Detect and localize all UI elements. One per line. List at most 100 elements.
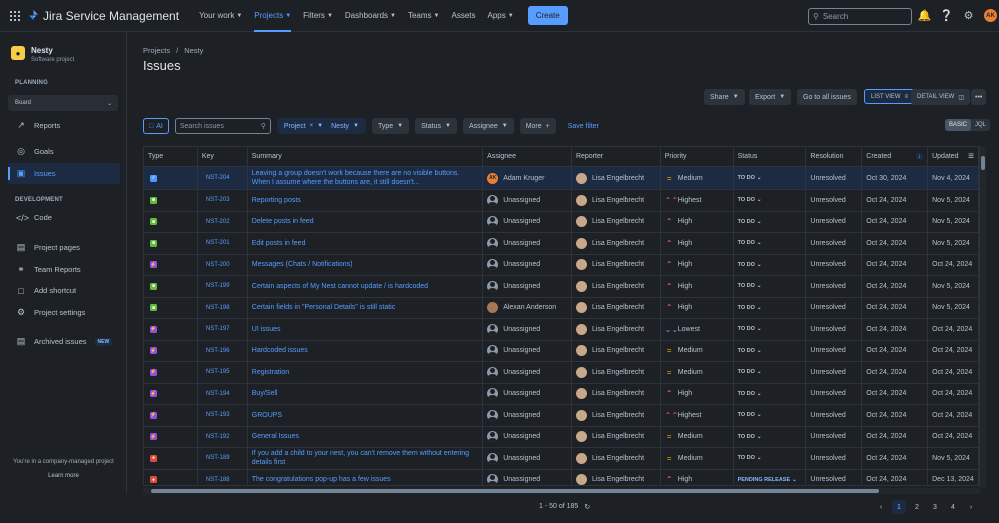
issue-key-link[interactable]: NST-197 (198, 319, 248, 340)
status-dropdown[interactable]: TO DO ⌄ (738, 412, 762, 418)
vertical-scrollbar[interactable] (980, 146, 986, 488)
summary-link[interactable]: General Issues (248, 426, 484, 447)
table-row[interactable]: ■ NST-201 Edit posts in feed Unassigned Lisa… (144, 233, 979, 255)
table-row[interactable]: ⚡ NST-192 General Issues Unassigned Lisa Eng… (144, 426, 979, 448)
assignee-cell[interactable]: Alexan Anderson (483, 297, 572, 318)
settings-gear-icon[interactable]: ⚙ (962, 9, 975, 22)
assignee-cell[interactable]: Unassigned (483, 276, 572, 297)
column-header-created[interactable]: Created ↓ (862, 147, 929, 166)
nav-item-teams[interactable]: Teams ▼ (402, 0, 446, 32)
issue-key-link[interactable]: NST-192 (198, 426, 248, 447)
status-dropdown[interactable]: TO DO ⌄ (738, 175, 762, 181)
status-dropdown[interactable]: PENDING RELEASE ⌄ (738, 477, 797, 483)
status-dropdown[interactable]: TO DO ⌄ (738, 391, 762, 397)
status-dropdown[interactable]: TO DO ⌄ (738, 240, 762, 246)
issue-key-link[interactable]: NST-202 (198, 211, 248, 232)
refresh-icon[interactable]: ↻ (584, 503, 590, 511)
app-switcher-icon[interactable] (10, 10, 20, 21)
sidebar-item-reports[interactable]: ↗ Reports (8, 115, 120, 136)
assignee-cell[interactable]: AK Adam Kruger (483, 167, 572, 189)
type-filter[interactable]: Type ▼ (371, 118, 410, 134)
close-icon[interactable]: × (310, 123, 314, 129)
issue-key-link[interactable]: NST-189 (198, 448, 248, 469)
column-header-assignee[interactable]: Assignee (483, 147, 572, 166)
status-dropdown[interactable]: TO DO ⌄ (738, 434, 762, 440)
status-dropdown[interactable]: TO DO ⌄ (738, 262, 762, 268)
sidebar-item-issues[interactable]: ▣ Issues (8, 163, 120, 184)
sidebar-item-project-pages[interactable]: ▤ Project pages (8, 237, 120, 258)
column-settings-icon[interactable]: ≡ (968, 151, 974, 162)
summary-link[interactable]: Leaving a group doesn't work because the… (248, 167, 484, 189)
sidebar-item-project-settings[interactable]: ⚙ Project settings (8, 302, 120, 323)
nav-item-dashboards[interactable]: Dashboards ▼ (339, 0, 402, 32)
sidebar-item-archived-issues[interactable]: ▤ Archived issues NEW (8, 331, 120, 352)
table-row[interactable]: ● NST-189 If you add a child to your nest,… (144, 448, 979, 470)
summary-link[interactable]: Reporting posts (248, 190, 484, 211)
issue-key-link[interactable]: NST-193 (198, 405, 248, 426)
status-filter[interactable]: Status ▼ (415, 118, 457, 134)
nav-item-projects[interactable]: Projects ▼ (248, 0, 297, 32)
page-2-button[interactable]: 2 (910, 500, 924, 514)
summary-link[interactable]: Hardcoded issues (248, 340, 484, 361)
assignee-cell[interactable]: Unassigned (483, 190, 572, 211)
assignee-cell[interactable]: Unassigned (483, 233, 572, 254)
breadcrumb-nesty[interactable]: Nesty (184, 46, 203, 55)
column-header-resolution[interactable]: Resolution (806, 147, 863, 166)
assignee-cell[interactable]: Unassigned (483, 469, 572, 485)
sidebar-item-goals[interactable]: ◎ Goals (8, 141, 120, 162)
assignee-cell[interactable]: Unassigned (483, 405, 572, 426)
status-dropdown[interactable]: TO DO ⌄ (738, 348, 762, 354)
table-row[interactable]: ⚡ NST-195 Registration Unassigned Lisa Engel… (144, 362, 979, 384)
issue-key-link[interactable]: NST-194 (198, 383, 248, 404)
nav-item-your-work[interactable]: Your work ▼ (193, 0, 248, 32)
nav-item-assets[interactable]: Assets (446, 0, 482, 32)
breadcrumb-projects[interactable]: Projects (143, 46, 170, 55)
detail-view-button[interactable]: DETAIL VIEW ◫ (911, 89, 971, 105)
status-dropdown[interactable]: TO DO ⌄ (738, 455, 762, 461)
status-dropdown[interactable]: TO DO ⌄ (738, 369, 762, 375)
status-dropdown[interactable]: TO DO ⌄ (738, 197, 762, 203)
column-header-type[interactable]: Type (144, 147, 198, 166)
sidebar-item-team-reports[interactable]: ⚭ Team Reports (8, 259, 120, 280)
summary-link[interactable]: UI issues (248, 319, 484, 340)
assignee-filter[interactable]: Assignee ▼ (462, 118, 514, 134)
sidebar-item-code[interactable]: </> Code (8, 207, 120, 228)
table-row[interactable]: ● NST-188 The congratulations pop-up has a… (144, 469, 979, 485)
table-row[interactable]: ⚡ NST-200 Messages (Chats / Notifications)… (144, 254, 979, 276)
board-selector[interactable]: Board ⌄ (8, 95, 118, 111)
ai-button[interactable]: □ AI (143, 118, 169, 134)
column-header-priority[interactable]: Priority (661, 147, 734, 166)
learn-more-link[interactable]: Learn more (0, 473, 127, 479)
assignee-cell[interactable]: Unassigned (483, 340, 572, 361)
sort-descending-icon[interactable]: ↓ (915, 153, 924, 160)
summary-link[interactable]: If you add a child to your nest, you can… (248, 448, 484, 469)
issue-key-link[interactable]: NST-200 (198, 254, 248, 275)
issue-key-link[interactable]: NST-201 (198, 233, 248, 254)
summary-link[interactable]: Certain fields in "Personal Details" is … (248, 297, 484, 318)
table-row[interactable]: ⚡ NST-194 Buy/Sell Unassigned Lisa Engelbrec… (144, 383, 979, 405)
issue-key-link[interactable]: NST-196 (198, 340, 248, 361)
table-row[interactable]: ⚡ NST-197 UI issues Unassigned Lisa Engelbre… (144, 319, 979, 341)
create-button[interactable]: Create (527, 6, 568, 25)
next-page-icon[interactable]: › (964, 500, 978, 514)
column-header-updated[interactable]: Updated ≡ (928, 147, 979, 166)
share-button[interactable]: Share ▼ (704, 89, 745, 105)
assignee-cell[interactable]: Unassigned (483, 211, 572, 232)
notifications-icon[interactable]: 🔔 (918, 9, 932, 22)
global-search-input[interactable]: ⚲ Search (808, 8, 912, 25)
product-logo[interactable]: Jira Service Management (28, 9, 179, 23)
column-header-reporter[interactable]: Reporter (572, 147, 661, 166)
project-header[interactable]: ● Nesty Software project (11, 46, 74, 63)
table-row[interactable]: ■ NST-203 Reporting posts Unassigned Lisa En… (144, 190, 979, 212)
more-actions-icon[interactable]: ••• (971, 89, 987, 105)
list-view-button[interactable]: LIST VIEW ≡ (864, 89, 916, 104)
export-button[interactable]: Export ▼ (749, 89, 792, 105)
status-dropdown[interactable]: TO DO ⌄ (738, 219, 762, 225)
table-row[interactable]: ⚡ NST-196 Hardcoded issues Unassigned Lisa E… (144, 340, 979, 362)
issue-key-link[interactable]: NST-198 (198, 297, 248, 318)
summary-link[interactable]: Certain aspects of My Nest cannot update… (248, 276, 484, 297)
page-3-button[interactable]: 3 (928, 500, 942, 514)
nav-item-filters[interactable]: Filters ▼ (297, 0, 339, 32)
table-row[interactable]: ✓ NST-204 Leaving a group doesn't work bec… (144, 167, 979, 190)
summary-link[interactable]: Registration (248, 362, 484, 383)
